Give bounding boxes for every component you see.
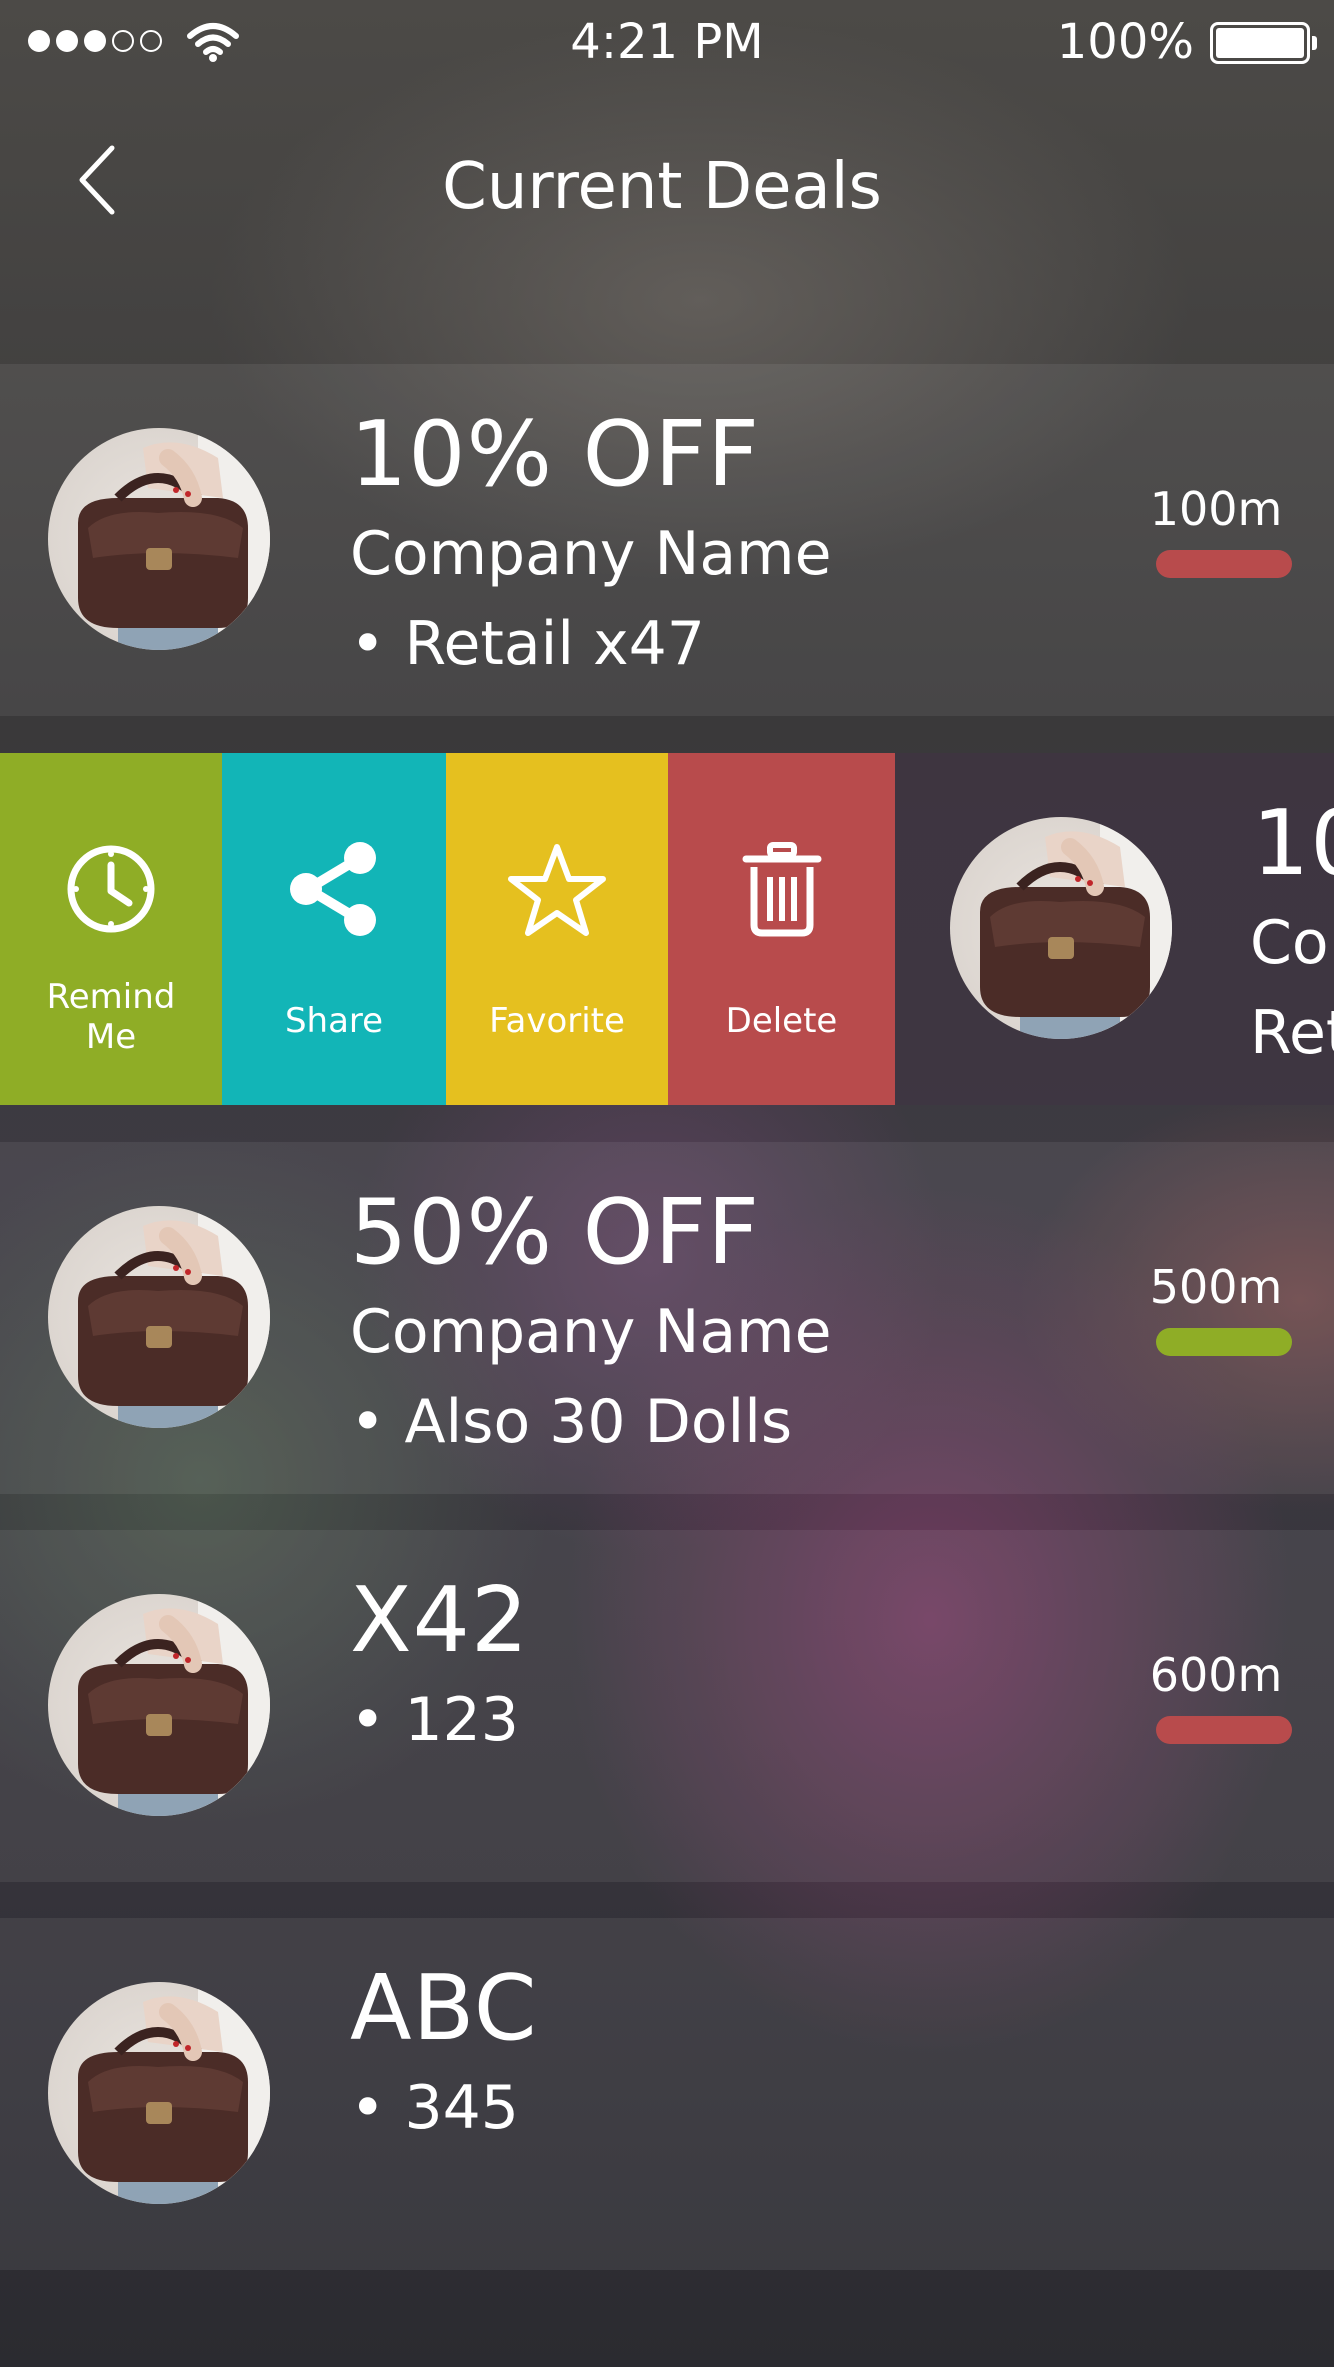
deal-image	[48, 1982, 270, 2204]
deal-row[interactable]: X42 • 123 600m	[0, 1530, 1334, 1882]
deal-row[interactable]: 50% OFF Company Name • Also 30 Dolls 500…	[0, 1142, 1334, 1494]
distance-bar	[1156, 550, 1292, 578]
star-icon	[508, 844, 606, 936]
remind-me-label-line2: Me	[85, 1017, 137, 1057]
deal-headline: 50% OFF	[350, 1180, 761, 1285]
trash-icon	[742, 842, 821, 937]
distance-bar	[1156, 1716, 1292, 1744]
distance-label: 500m	[1149, 1260, 1283, 1314]
deal-detail: • Also 30 Dolls	[350, 1387, 793, 1457]
deal-image	[48, 1206, 270, 1428]
status-bar: 4:21 PM 100%	[0, 0, 1334, 84]
remind-me-label-line1: Remind	[46, 977, 176, 1017]
share-label: Share	[284, 1001, 384, 1041]
clock-icon	[67, 845, 155, 933]
favorite-label: Favorite	[489, 1001, 625, 1041]
deal-company: Company Name	[350, 1297, 832, 1367]
delete-button[interactable]: Delete	[668, 753, 895, 1105]
battery-icon	[1210, 22, 1317, 64]
favorite-button[interactable]: Favorite	[446, 753, 668, 1105]
share-icon	[290, 842, 376, 936]
distance-label: 100m	[1149, 482, 1283, 536]
deal-image	[48, 1594, 270, 1816]
deal-image	[950, 817, 1172, 1039]
remind-me-button[interactable]: Remind Me	[0, 753, 222, 1105]
swiped-deal-row[interactable]: Remind Me Share Favorite Delete 1 Co Re	[0, 753, 1334, 1105]
distance-label: 600m	[1149, 1648, 1283, 1702]
deal-headline: 10% OFF	[350, 402, 761, 507]
delete-label: Delete	[725, 1001, 838, 1041]
deal-headline: ABC	[350, 1956, 538, 2061]
deal-headline: X42	[350, 1568, 530, 1673]
share-button[interactable]: Share	[222, 753, 446, 1105]
deal-detail: Ret	[1250, 998, 1334, 1068]
battery-percentage: 100%	[1056, 14, 1194, 70]
deal-detail: • 123	[350, 1685, 519, 1755]
deal-row[interactable]: ABC • 345	[0, 1918, 1334, 2270]
deal-row[interactable]: 10% OFF Company Name • Retail x47 100m	[0, 364, 1334, 716]
swiped-deal-content[interactable]: 10 Co Ret	[895, 753, 1334, 1105]
deal-image	[48, 428, 270, 650]
deal-headline: 10	[1252, 791, 1334, 896]
deal-detail: • 345	[350, 2073, 519, 2143]
deal-company: Company Name	[350, 519, 832, 589]
page-title: Current Deals	[442, 150, 882, 224]
deal-company: Co	[1250, 908, 1329, 978]
deal-detail: • Retail x47	[350, 609, 705, 679]
distance-bar	[1156, 1328, 1292, 1356]
